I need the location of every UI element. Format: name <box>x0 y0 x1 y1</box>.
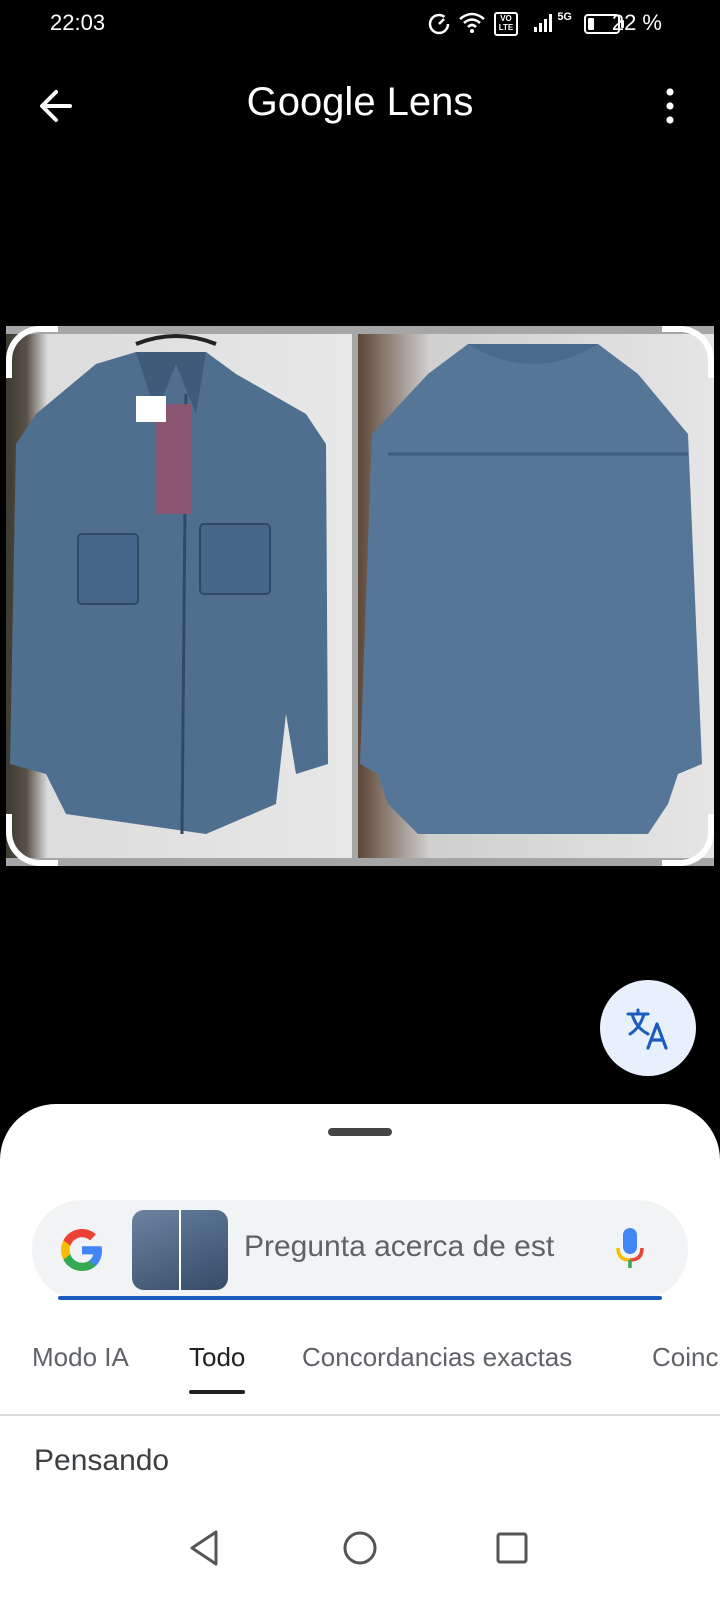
search-bar-underline <box>58 1296 662 1300</box>
tab-todo[interactable]: Todo <box>189 1342 246 1394</box>
nav-back-icon[interactable] <box>186 1528 222 1568</box>
nav-home-icon[interactable] <box>340 1528 380 1568</box>
crop-handle-bottom-right[interactable] <box>662 814 714 866</box>
search-input[interactable]: Pregunta acerca de est <box>244 1230 604 1264</box>
translate-button[interactable] <box>600 980 696 1076</box>
battery-percent: 22 % <box>611 10 662 35</box>
results-tabs: Modo IA Todo Concordancias exactas Coinc <box>0 1342 720 1402</box>
data-saver-icon <box>428 13 450 35</box>
system-nav-bar <box>0 1500 720 1600</box>
search-bar[interactable]: Pregunta acerca de est <box>32 1200 688 1300</box>
tabs-divider <box>0 1414 720 1416</box>
more-vert-icon[interactable] <box>660 86 680 126</box>
tab-concordancias-exactas[interactable]: Concordancias exactas <box>302 1342 572 1373</box>
volte-icon: VO LTE <box>494 12 518 36</box>
signal-icon <box>534 14 552 32</box>
thumbnail-front <box>132 1210 179 1290</box>
page-title: Google Lens <box>246 80 474 124</box>
wifi-icon <box>459 12 485 33</box>
jacket-front-photo <box>6 334 352 858</box>
jacket-front-drawing <box>10 334 328 835</box>
sheet-drag-handle[interactable] <box>328 1128 392 1136</box>
status-time: 22:03 <box>50 10 106 35</box>
thumbnail-back <box>179 1210 228 1290</box>
translate-icon <box>626 1008 668 1050</box>
jacket-back-photo <box>358 334 714 858</box>
jacket-back-drawing <box>360 344 702 834</box>
network-type: 5G <box>557 11 572 23</box>
google-g-logo <box>61 1229 102 1271</box>
crop-handle-bottom-left[interactable] <box>6 814 58 866</box>
selected-image[interactable] <box>6 326 714 866</box>
mic-icon[interactable] <box>614 1226 646 1274</box>
tab-modo-ia[interactable]: Modo IA <box>32 1342 129 1373</box>
loading-status: Pensando <box>34 1444 170 1477</box>
status-bar: 22:03 VO LTE 5G 22 % <box>0 0 720 48</box>
tab-coincidencias[interactable]: Coinc <box>652 1342 718 1373</box>
search-image-thumbnail[interactable] <box>132 1210 228 1290</box>
nav-recents-icon[interactable] <box>494 1530 530 1566</box>
